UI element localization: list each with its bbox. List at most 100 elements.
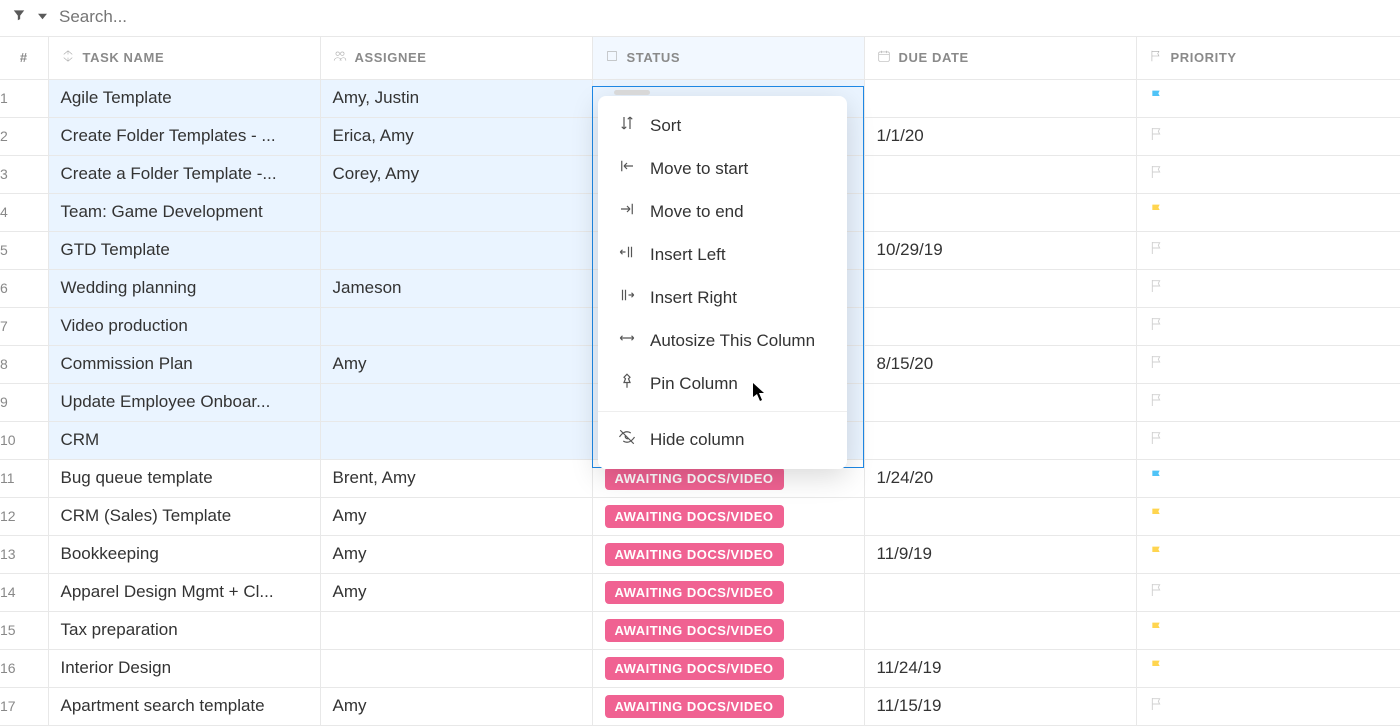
priority-cell[interactable]	[1136, 193, 1400, 231]
task-name-cell[interactable]: Bug queue template	[48, 459, 320, 497]
priority-flag-icon[interactable]	[1149, 128, 1165, 147]
due-date-cell[interactable]	[864, 611, 1136, 649]
task-name-cell[interactable]: Update Employee Onboar...	[48, 383, 320, 421]
priority-cell[interactable]	[1136, 117, 1400, 155]
assignee-cell[interactable]	[320, 421, 592, 459]
table-row[interactable]: 12CRM (Sales) TemplateAmyAWAITING DOCS/V…	[0, 497, 1400, 535]
due-date-cell[interactable]	[864, 155, 1136, 193]
priority-flag-icon[interactable]	[1149, 318, 1165, 337]
assignee-cell[interactable]: Amy	[320, 497, 592, 535]
column-assignee[interactable]: ASSIGNEE	[320, 37, 592, 79]
column-number[interactable]: #	[0, 37, 48, 79]
task-name-cell[interactable]: Video production	[48, 307, 320, 345]
menu-move-to-start[interactable]: Move to start	[598, 147, 847, 190]
task-name-cell[interactable]: Interior Design	[48, 649, 320, 687]
table-row[interactable]: 16Interior DesignAWAITING DOCS/VIDEO11/2…	[0, 649, 1400, 687]
due-date-cell[interactable]: 11/24/19	[864, 649, 1136, 687]
assignee-cell[interactable]: Amy, Justin	[320, 79, 592, 117]
menu-hide-column[interactable]: Hide column	[598, 418, 847, 461]
due-date-cell[interactable]: 1/1/20	[864, 117, 1136, 155]
due-date-cell[interactable]	[864, 573, 1136, 611]
task-name-cell[interactable]: CRM (Sales) Template	[48, 497, 320, 535]
priority-flag-icon[interactable]	[1149, 242, 1165, 261]
priority-flag-icon[interactable]	[1149, 204, 1165, 223]
column-status[interactable]: STATUS	[592, 37, 864, 79]
priority-cell[interactable]	[1136, 687, 1400, 725]
status-cell[interactable]: AWAITING DOCS/VIDEO	[592, 535, 864, 573]
task-name-cell[interactable]: Bookkeeping	[48, 535, 320, 573]
task-name-cell[interactable]: Create Folder Templates - ...	[48, 117, 320, 155]
priority-flag-icon[interactable]	[1149, 432, 1165, 451]
priority-cell[interactable]	[1136, 535, 1400, 573]
menu-pin-column[interactable]: Pin Column	[598, 362, 847, 405]
task-name-cell[interactable]: Wedding planning	[48, 269, 320, 307]
priority-cell[interactable]	[1136, 459, 1400, 497]
task-name-cell[interactable]: CRM	[48, 421, 320, 459]
search-input[interactable]	[59, 7, 1388, 27]
due-date-cell[interactable]: 10/29/19	[864, 231, 1136, 269]
priority-flag-icon[interactable]	[1149, 280, 1165, 299]
table-row[interactable]: 14Apparel Design Mgmt + Cl...AmyAWAITING…	[0, 573, 1400, 611]
status-cell[interactable]: AWAITING DOCS/VIDEO	[592, 573, 864, 611]
due-date-cell[interactable]	[864, 497, 1136, 535]
status-badge[interactable]: AWAITING DOCS/VIDEO	[605, 695, 784, 718]
priority-flag-icon[interactable]	[1149, 584, 1165, 603]
status-badge[interactable]: AWAITING DOCS/VIDEO	[605, 581, 784, 604]
assignee-cell[interactable]	[320, 611, 592, 649]
due-date-cell[interactable]	[864, 307, 1136, 345]
assignee-cell[interactable]: Amy	[320, 535, 592, 573]
priority-cell[interactable]	[1136, 421, 1400, 459]
menu-insert-right[interactable]: Insert Right	[598, 276, 847, 319]
menu-move-to-end[interactable]: Move to end	[598, 190, 847, 233]
due-date-cell[interactable]	[864, 421, 1136, 459]
status-badge[interactable]: AWAITING DOCS/VIDEO	[605, 657, 784, 680]
priority-flag-icon[interactable]	[1149, 394, 1165, 413]
priority-cell[interactable]	[1136, 383, 1400, 421]
assignee-cell[interactable]: Amy	[320, 345, 592, 383]
due-date-cell[interactable]	[864, 383, 1136, 421]
assignee-cell[interactable]	[320, 231, 592, 269]
assignee-cell[interactable]: Jameson	[320, 269, 592, 307]
caret-down-icon[interactable]	[38, 8, 47, 26]
assignee-cell[interactable]: Amy	[320, 687, 592, 725]
task-name-cell[interactable]: Create a Folder Template -...	[48, 155, 320, 193]
column-priority[interactable]: PRIORITY	[1136, 37, 1400, 79]
assignee-cell[interactable]: Corey, Amy	[320, 155, 592, 193]
table-row[interactable]: 17Apartment search templateAmyAWAITING D…	[0, 687, 1400, 725]
priority-flag-icon[interactable]	[1149, 660, 1165, 679]
filter-icon[interactable]	[12, 8, 26, 27]
task-name-cell[interactable]: Commission Plan	[48, 345, 320, 383]
priority-flag-icon[interactable]	[1149, 508, 1165, 527]
priority-flag-icon[interactable]	[1149, 546, 1165, 565]
status-badge[interactable]: AWAITING DOCS/VIDEO	[605, 543, 784, 566]
table-row[interactable]: 15Tax preparationAWAITING DOCS/VIDEO	[0, 611, 1400, 649]
column-task-name[interactable]: TASK NAME	[48, 37, 320, 79]
assignee-cell[interactable]: Amy	[320, 573, 592, 611]
due-date-cell[interactable]: 8/15/20	[864, 345, 1136, 383]
priority-flag-icon[interactable]	[1149, 698, 1165, 717]
priority-cell[interactable]	[1136, 269, 1400, 307]
assignee-cell[interactable]: Erica, Amy	[320, 117, 592, 155]
priority-flag-icon[interactable]	[1149, 470, 1165, 489]
due-date-cell[interactable]	[864, 79, 1136, 117]
priority-cell[interactable]	[1136, 497, 1400, 535]
menu-sort[interactable]: Sort	[598, 104, 847, 147]
due-date-cell[interactable]: 11/15/19	[864, 687, 1136, 725]
table-row[interactable]: 13BookkeepingAmyAWAITING DOCS/VIDEO11/9/…	[0, 535, 1400, 573]
priority-cell[interactable]	[1136, 573, 1400, 611]
priority-cell[interactable]	[1136, 649, 1400, 687]
priority-flag-icon[interactable]	[1149, 356, 1165, 375]
task-name-cell[interactable]: Apartment search template	[48, 687, 320, 725]
menu-insert-left[interactable]: Insert Left	[598, 233, 847, 276]
status-badge[interactable]: AWAITING DOCS/VIDEO	[605, 505, 784, 528]
assignee-cell[interactable]: Brent, Amy	[320, 459, 592, 497]
status-cell[interactable]: AWAITING DOCS/VIDEO	[592, 497, 864, 535]
column-due-date[interactable]: DUE DATE	[864, 37, 1136, 79]
assignee-cell[interactable]	[320, 383, 592, 421]
task-name-cell[interactable]: Team: Game Development	[48, 193, 320, 231]
assignee-cell[interactable]	[320, 193, 592, 231]
priority-cell[interactable]	[1136, 155, 1400, 193]
priority-cell[interactable]	[1136, 345, 1400, 383]
assignee-cell[interactable]	[320, 307, 592, 345]
status-cell[interactable]: AWAITING DOCS/VIDEO	[592, 649, 864, 687]
